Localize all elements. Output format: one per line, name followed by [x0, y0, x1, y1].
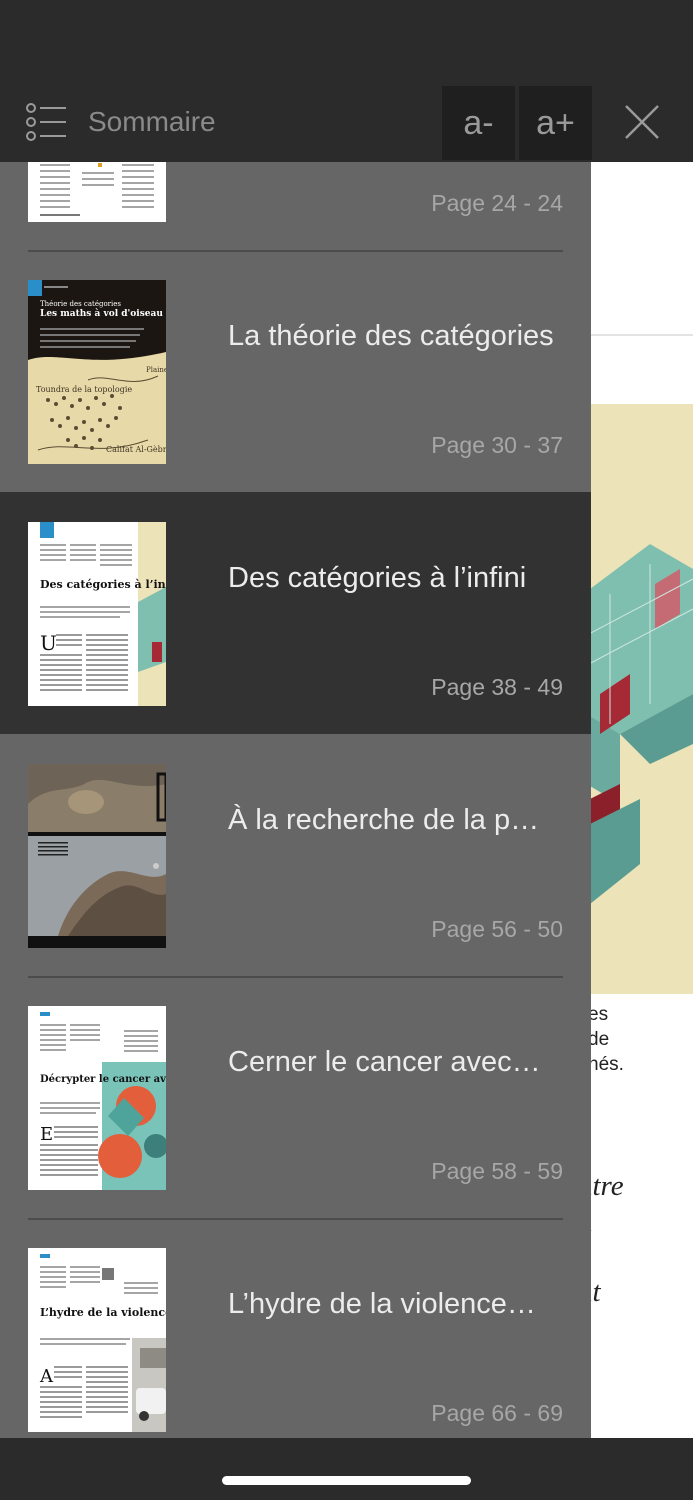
article-body-text: es de nés. — [588, 1002, 624, 1077]
article-thumbnail — [28, 162, 166, 222]
thumb-headline: Décrypter le cancer avec des prises de s… — [40, 1074, 166, 1085]
thumb-dropcap: E — [40, 1124, 53, 1145]
close-icon[interactable] — [620, 100, 664, 144]
toc-entry-title: L’hydre de la violence… — [228, 1288, 536, 1320]
toc-entry[interactable]: Page 24 - 24 — [0, 162, 591, 250]
article-text-line: nés. — [588, 1054, 624, 1075]
toc-entry[interactable]: À la recherche de la p… Page 56 - 50 — [0, 734, 591, 976]
toc-header: Sommaire a- a+ — [0, 0, 693, 162]
article-text-line: es — [588, 1004, 609, 1025]
toc-entry-pages: Page 66 - 69 — [431, 1400, 563, 1426]
map-label: Califat Al-Gèbre — [106, 445, 166, 454]
bottom-bar — [0, 1438, 693, 1500]
divider — [28, 1218, 563, 1220]
toc-entry-pages: Page 30 - 37 — [431, 432, 563, 458]
toc-entry-pages: Page 24 - 24 — [431, 190, 563, 216]
toc-entry-pages: Page 56 - 50 — [431, 916, 563, 942]
thumb-headline: Des catégories à l’infini — [40, 578, 166, 591]
thumb-dropcap: U — [40, 631, 57, 655]
font-increase-button[interactable]: a+ — [519, 86, 592, 160]
map-label: Plaine — [146, 366, 166, 374]
thumb-kicker: Théorie des catégories — [40, 300, 121, 308]
toc-panel: Page 24 - 24 Théorie des catégories Les … — [0, 162, 591, 1438]
divider — [28, 250, 563, 252]
article-thumbnail: L’hydre de la violence humaine A — [28, 1248, 166, 1432]
article-thumbnail: Décrypter le cancer avec des prises de s… — [28, 1006, 166, 1190]
thumb-headline: Les maths à vol d'oiseau — [40, 308, 163, 319]
article-thumbnail: Théorie des catégories Les maths à vol d… — [28, 280, 166, 464]
map-label: Toundra de la topologie — [36, 385, 132, 394]
home-indicator[interactable] — [222, 1476, 471, 1485]
thumb-dropcap: A — [39, 1366, 54, 1387]
toc-entry-title: Cerner le cancer avec… — [228, 1046, 541, 1078]
list-icon[interactable] — [24, 100, 68, 144]
page-title: Sommaire — [88, 106, 216, 137]
toc-entry-title: La théorie des catégories — [228, 320, 554, 352]
toc-entry-selected[interactable]: Des catégories à l’infini U Des catégori… — [0, 492, 591, 734]
toc-entry-title: À la recherche de la p… — [228, 804, 540, 836]
thumb-headline: L’hydre de la violence humaine — [40, 1306, 166, 1319]
toc-entry-pages: Page 58 - 59 — [431, 1158, 563, 1184]
divider — [28, 976, 563, 978]
article-text-line: de — [588, 1029, 610, 1050]
toc-entry[interactable]: L’hydre de la violence humaine A L’hydre… — [0, 1218, 591, 1438]
toc-entry[interactable]: Décrypter le cancer avec des prises de s… — [0, 976, 591, 1218]
font-decrease-button[interactable]: a- — [442, 86, 515, 160]
article-thumbnail: Des catégories à l’infini U — [28, 522, 166, 706]
article-thumbnail — [28, 764, 166, 948]
toc-entry-title: Des catégories à l’infini — [228, 562, 527, 594]
toc-entry[interactable]: Théorie des catégories Les maths à vol d… — [0, 250, 591, 492]
toc-entry-pages: Page 38 - 49 — [431, 674, 563, 700]
